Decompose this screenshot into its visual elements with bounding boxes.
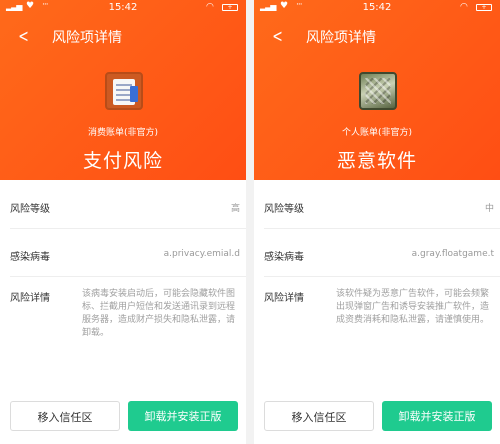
divider <box>10 228 246 229</box>
battery-icon: + <box>222 4 238 11</box>
page-title: 风险项详情 <box>306 30 376 46</box>
virus-label: 感染病毒 <box>10 252 50 263</box>
risk-detail-label: 风险详情 <box>264 293 304 304</box>
wifi-icon: ◠ <box>206 2 214 12</box>
back-icon[interactable]: < <box>18 26 29 47</box>
back-icon[interactable]: < <box>272 26 283 47</box>
wifi-icon: ◠ <box>460 2 468 12</box>
risk-detail-label: 风险详情 <box>10 293 50 304</box>
risk-level-value: 中 <box>484 204 494 214</box>
phone-screen-left: ▂▃▅ ♥ ··· 15:42 ◠ + < 风险项详情 消费账单(非官方) 支付… <box>0 0 246 444</box>
app-name: 个人账单(非官方) <box>341 128 413 138</box>
app-name: 消费账单(非官方) <box>87 128 159 138</box>
divider <box>10 276 246 277</box>
uninstall-install-official-button[interactable]: 卸载并安装正版 <box>128 401 238 431</box>
move-to-trust-button[interactable]: 移入信任区 <box>264 401 374 431</box>
virus-value: a.privacy.emial.d <box>163 249 240 259</box>
divider <box>264 276 500 277</box>
page-title: 风险项详情 <box>52 30 122 46</box>
virus-value: a.gray.floatgame.t <box>411 249 494 259</box>
status-bar: ▂▃▅ ♥ ··· 15:42 ◠ + <box>254 0 500 16</box>
risk-level-label: 风险等级 <box>264 204 304 215</box>
status-bar: ▂▃▅ ♥ ··· 15:42 ◠ + <box>0 0 246 16</box>
risk-level-label: 风险等级 <box>10 204 50 215</box>
risk-detail-text: 该软件疑为恶意广告软件，可能会频繁出现弹窗广告和诱导安装推广软件，造成资费消耗和… <box>336 289 490 325</box>
risk-detail-text: 该病毒安装启动后，可能会隐藏软件图标、拦截用户短信和发送通讯录到远程服务器，造成… <box>82 289 236 338</box>
risk-level-value: 高 <box>230 204 240 214</box>
bookmark-tag <box>130 86 138 102</box>
screen-divider <box>246 0 254 444</box>
phone-screen-right: ▂▃▅ ♥ ··· 15:42 ◠ + < 风险项详情 个人账单(非官方) 恶意… <box>254 0 500 444</box>
risk-header: ▂▃▅ ♥ ··· 15:42 ◠ + < 风险项详情 消费账单(非官方) 支付… <box>0 0 246 180</box>
virus-label: 感染病毒 <box>264 252 304 263</box>
divider <box>264 228 500 229</box>
personal-ledger-icon <box>359 72 397 110</box>
risk-type: 支付风险 <box>82 150 163 172</box>
risk-header: ▂▃▅ ♥ ··· 15:42 ◠ + < 风险项详情 个人账单(非官方) 恶意… <box>254 0 500 180</box>
ledger-pattern <box>365 78 391 104</box>
bill-document-icon <box>105 72 143 110</box>
uninstall-install-official-button[interactable]: 卸载并安装正版 <box>382 401 492 431</box>
battery-icon: + <box>476 4 492 11</box>
move-to-trust-button[interactable]: 移入信任区 <box>10 401 120 431</box>
risk-type: 恶意软件 <box>336 150 417 172</box>
